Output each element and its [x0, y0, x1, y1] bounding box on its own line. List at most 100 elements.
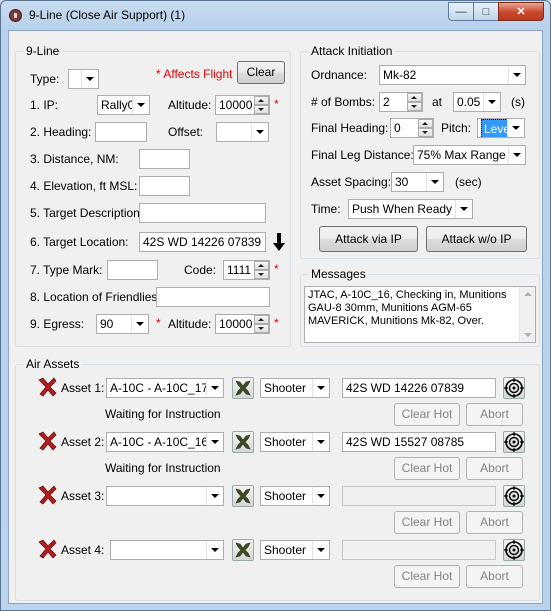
target-reticle-icon[interactable]	[503, 431, 525, 453]
interval-dropdown[interactable]: 0.05	[453, 92, 501, 112]
spin-down-icon[interactable]	[254, 105, 269, 114]
chevron-down-icon[interactable]	[508, 66, 525, 84]
chevron-down-icon[interactable]	[455, 200, 472, 218]
minimize-button[interactable]: —	[448, 2, 474, 21]
target-location-field[interactable]: 42S WD 14226 07839	[139, 232, 266, 252]
time-dropdown[interactable]: Push When Ready	[348, 199, 473, 219]
offset-dropdown[interactable]	[216, 122, 269, 142]
chevron-down-icon[interactable]	[81, 70, 98, 88]
asset-spacing-dropdown[interactable]: 30	[391, 172, 444, 192]
at-label: at	[432, 95, 443, 109]
ordnance-dropdown[interactable]: Mk-82	[379, 65, 526, 85]
target-reticle-icon[interactable]	[503, 377, 525, 399]
chevron-down-icon[interactable]	[312, 487, 329, 505]
close-button[interactable]: ✕	[498, 2, 544, 21]
chevron-down-icon[interactable]	[251, 123, 268, 141]
messages-group: Messages JTAC, A-10C_16, Checking in, Mu…	[300, 267, 540, 347]
chevron-down-icon[interactable]	[132, 96, 149, 114]
spin-down-icon[interactable]	[254, 270, 269, 279]
asset-4-location-field[interactable]	[342, 540, 496, 560]
asset-2-role-dropdown[interactable]: Shooter	[260, 432, 330, 452]
type-dropdown[interactable]	[68, 69, 99, 89]
clear-button[interactable]: Clear	[237, 61, 285, 84]
chevron-down-icon[interactable]	[206, 379, 223, 397]
asset-row-3: Asset 3: Shooter Clear Hot Abort	[16, 473, 539, 534]
pitch-label: Pitch:	[441, 121, 472, 135]
type-mark-label: 7. Type Mark:	[30, 263, 103, 277]
remove-asset-x-icon[interactable]	[36, 484, 58, 506]
spin-down-icon[interactable]	[418, 128, 433, 137]
distance-field[interactable]	[139, 149, 190, 169]
type-mark-field[interactable]	[107, 260, 158, 280]
title-bar[interactable]: 9-Line (Close Air Support) (1) — □ ✕	[1, 1, 550, 29]
chevron-down-icon[interactable]	[312, 379, 329, 397]
remove-asset-x-icon[interactable]	[36, 538, 58, 560]
spin-down-icon[interactable]	[254, 324, 269, 333]
attack-without-ip-button[interactable]: Attack w/o IP	[426, 226, 527, 252]
asset-3-role-dropdown[interactable]: Shooter	[260, 486, 330, 506]
ip-altitude-spinner[interactable]: 10000	[215, 95, 270, 115]
asset-1-role-dropdown[interactable]: Shooter	[260, 378, 330, 398]
asset-3-aircraft-dropdown[interactable]	[106, 486, 224, 506]
egress-value: 90	[100, 317, 114, 331]
chevron-down-icon[interactable]	[206, 433, 223, 451]
down-arrow-icon[interactable]	[271, 232, 287, 252]
spin-up-icon[interactable]	[407, 93, 422, 102]
bombs-value: 2	[383, 95, 390, 109]
chevron-down-icon[interactable]	[312, 541, 329, 559]
jet-aircraft-icon[interactable]	[232, 539, 254, 561]
jet-aircraft-icon[interactable]	[232, 377, 254, 399]
egress-dropdown[interactable]: 90	[96, 314, 149, 334]
attack-via-ip-button[interactable]: Attack via IP	[319, 226, 418, 252]
app-icon[interactable]	[9, 9, 22, 22]
chevron-down-icon[interactable]	[508, 146, 525, 164]
target-reticle-icon[interactable]	[503, 539, 525, 561]
messages-log[interactable]: JTAC, A-10C_16, Checking in, Munitions G…	[304, 286, 536, 343]
scroll-up-icon[interactable]	[524, 292, 532, 296]
asset-1-aircraft-dropdown[interactable]: A-10C - A-10C_17	[106, 378, 224, 398]
ip-dropdown[interactable]: Rally0'	[97, 95, 150, 115]
asset-2-aircraft-dropdown[interactable]: A-10C - A-10C_16	[106, 432, 224, 452]
spin-up-icon[interactable]	[254, 261, 269, 270]
asset-4-abort-button[interactable]: Abort	[466, 565, 523, 588]
target-description-field[interactable]	[139, 203, 266, 223]
bombs-spinner[interactable]: 2	[379, 92, 423, 112]
final-leg-dropdown[interactable]: 75% Max Range	[413, 145, 526, 165]
remove-asset-x-icon[interactable]	[36, 430, 58, 452]
elevation-field[interactable]	[139, 176, 190, 196]
offset-label: Offset:	[168, 125, 204, 139]
target-reticle-icon[interactable]	[503, 485, 525, 507]
egress-label: 9. Egress:	[30, 317, 85, 331]
maximize-button[interactable]: □	[473, 2, 499, 21]
chevron-down-icon[interactable]	[131, 315, 148, 333]
chevron-down-icon[interactable]	[483, 93, 500, 111]
egress-altitude-required-asterisk: *	[274, 316, 279, 330]
asset-3-location-field[interactable]	[342, 486, 496, 506]
pitch-dropdown[interactable]: Level	[477, 118, 525, 138]
asset-4-clear-hot-button[interactable]: Clear Hot	[394, 565, 460, 588]
scroll-down-icon[interactable]	[524, 333, 532, 337]
spin-up-icon[interactable]	[254, 96, 269, 105]
ip-required-asterisk: *	[274, 97, 279, 111]
jet-aircraft-icon[interactable]	[232, 431, 254, 453]
asset-1-location-field[interactable]: 42S WD 14226 07839	[342, 378, 496, 398]
friendlies-field[interactable]	[156, 287, 270, 307]
egress-altitude-spinner[interactable]: 10000	[215, 314, 270, 334]
chevron-down-icon[interactable]	[507, 119, 524, 137]
spin-up-icon[interactable]	[418, 119, 433, 128]
chevron-down-icon[interactable]	[312, 433, 329, 451]
final-heading-spinner[interactable]: 0	[390, 118, 434, 138]
asset-4-role-dropdown[interactable]: Shooter	[260, 540, 330, 560]
chevron-down-icon[interactable]	[426, 173, 443, 191]
asset-2-location-field[interactable]: 42S WD 15527 08785	[342, 432, 496, 452]
jet-aircraft-icon[interactable]	[232, 485, 254, 507]
asset-4-aircraft-dropdown[interactable]	[110, 540, 224, 560]
remove-asset-x-icon[interactable]	[36, 376, 58, 398]
spin-up-icon[interactable]	[254, 315, 269, 324]
heading-field[interactable]	[95, 122, 147, 142]
code-spinner[interactable]: 1111	[223, 260, 270, 280]
spin-down-icon[interactable]	[407, 102, 422, 111]
chevron-down-icon[interactable]	[206, 541, 223, 559]
messages-scrollbar[interactable]	[519, 287, 535, 342]
chevron-down-icon[interactable]	[206, 487, 223, 505]
